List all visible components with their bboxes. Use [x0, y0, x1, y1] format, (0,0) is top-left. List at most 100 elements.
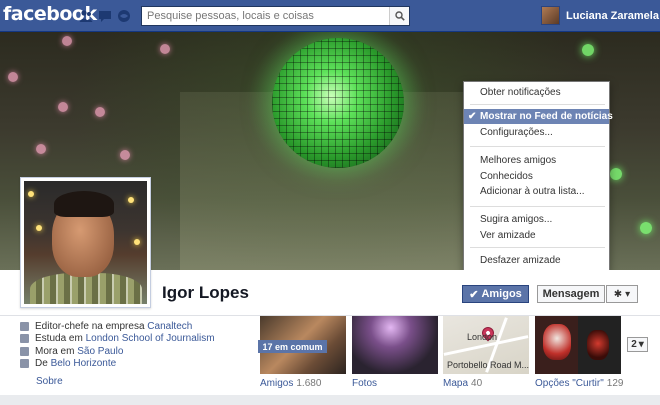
menu-separator	[470, 206, 605, 207]
menu-item-label: Melhores amigos	[480, 155, 557, 166]
home-icon	[20, 346, 29, 356]
map-place-1: London	[467, 332, 498, 342]
search-button[interactable]	[389, 7, 409, 25]
search-input[interactable]	[142, 7, 388, 25]
messages-icon[interactable]	[98, 9, 112, 23]
friends-count: 1.680	[296, 378, 322, 389]
avatar-shirt	[30, 273, 142, 304]
friend-requests-icon[interactable]	[79, 9, 93, 23]
menu-item-suggest-friends[interactable]: Sugira amigos...	[464, 212, 609, 227]
message-button[interactable]: Mensagem	[537, 285, 605, 303]
map-tile[interactable]: London Portobello Road M...	[443, 316, 529, 374]
menu-item-label: Conhecidos	[480, 171, 533, 182]
avatar-bg-light	[28, 191, 34, 197]
avatar-bg-light	[36, 225, 42, 231]
cover-light	[582, 44, 594, 56]
photos-tile-label[interactable]: Fotos	[352, 378, 377, 389]
menu-separator	[470, 146, 605, 147]
menu-item-acquaintances[interactable]: Conhecidos	[464, 169, 609, 184]
user-name[interactable]: Luciana Zaramela	[566, 10, 659, 22]
gear-dropdown-button[interactable]: ✱ ▾	[606, 285, 638, 303]
menu-item-settings[interactable]: Configurações...	[464, 125, 609, 140]
about-from-prefix: De	[35, 358, 48, 369]
likes-tile-label[interactable]: Opções "Curtir" 129	[535, 378, 623, 389]
about-lives-prefix: Mora em	[35, 345, 75, 357]
graduation-cap-icon	[20, 334, 29, 343]
map-tile-label[interactable]: Mapa 40	[443, 378, 482, 389]
about-work-prefix: Editor-chefe na empresa	[35, 320, 145, 332]
chevron-down-icon: ▾	[625, 288, 631, 300]
map-place-2: Portobello Road M...	[447, 360, 529, 370]
about-lives: Mora em São Paulo	[20, 345, 252, 357]
likes-count: 129	[606, 378, 624, 389]
cover-light	[610, 168, 622, 180]
profile-name[interactable]: Igor Lopes	[162, 283, 249, 303]
tiles-pager-button[interactable]: 2 ▾	[627, 337, 648, 352]
jewels	[79, 9, 131, 23]
cover-light	[58, 102, 68, 112]
avatar-hair	[54, 191, 114, 217]
menu-separator	[470, 247, 605, 248]
friendship-dropdown-menu: Obter notificações ✔ Mostrar no Feed de n…	[463, 81, 613, 273]
profile-picture-image	[24, 181, 147, 304]
menu-item-label: Adicionar à outra lista...	[480, 186, 585, 197]
cover-light	[120, 150, 130, 160]
menu-item-label: Mostrar no Feed de notícias	[480, 111, 613, 122]
menu-item-label: Ver amizade	[480, 230, 536, 241]
about-study-prefix: Estuda em	[35, 333, 83, 344]
user-menu[interactable]: Luciana Zaramela	[541, 6, 659, 25]
checkmark-icon: ✔	[468, 111, 477, 122]
likes-thumb-clown	[543, 324, 571, 360]
notifications-icon[interactable]	[117, 9, 131, 23]
top-bar: facebook Luciana Zaramela	[0, 0, 660, 32]
friends-label: Amigos	[260, 378, 294, 389]
avatar-bg-light	[128, 197, 134, 203]
friends-button[interactable]: ✔ Amigos	[462, 285, 529, 303]
avatar-bg-light	[134, 239, 140, 245]
about-lives-link[interactable]: São Paulo	[77, 346, 123, 357]
menu-item-get-notifications[interactable]: Obter notificações	[464, 85, 609, 100]
about-from: De Belo Horizonte	[20, 358, 252, 370]
pager-number: 2	[631, 339, 637, 350]
gear-icon: ✱	[613, 288, 623, 300]
likes-thumb-mask	[587, 330, 609, 360]
search-icon	[394, 11, 405, 21]
message-button-label: Mensagem	[542, 288, 600, 300]
map-label: Mapa	[443, 378, 469, 389]
menu-separator	[470, 104, 605, 105]
menu-item-close-friends[interactable]: Melhores amigos	[464, 153, 609, 168]
menu-item-label: Desfazer amizade	[480, 255, 561, 266]
disco-ball	[272, 38, 404, 168]
menu-item-see-friendship[interactable]: Ver amizade	[464, 228, 609, 243]
mutual-friends-badge: 17 em comum	[258, 340, 327, 353]
cover-light	[160, 44, 170, 54]
menu-item-label: Sugira amigos...	[480, 214, 553, 225]
menu-item-label: Obter notificações	[480, 87, 561, 98]
cover-light	[8, 72, 18, 82]
checkmark-icon: ✔	[469, 288, 479, 301]
menu-item-add-to-list[interactable]: Adicionar à outra lista...	[464, 184, 609, 199]
about-work-link[interactable]: Canaltech	[147, 321, 192, 332]
user-avatar[interactable]	[541, 6, 560, 25]
cover-light	[95, 107, 105, 117]
page-bottom	[0, 395, 660, 405]
about-link[interactable]: Sobre	[36, 376, 63, 387]
photos-label: Fotos	[352, 378, 378, 389]
about-from-link[interactable]: Belo Horizonte	[51, 358, 117, 369]
profile-picture[interactable]	[20, 177, 151, 308]
about-study-link[interactable]: London School of Journalism	[86, 333, 215, 344]
menu-item-show-in-feed[interactable]: ✔ Mostrar no Feed de notícias	[464, 109, 613, 124]
briefcase-icon	[20, 321, 29, 331]
map-count: 40	[471, 378, 483, 389]
chevron-down-icon: ▾	[638, 339, 644, 350]
photos-tile[interactable]	[352, 316, 438, 374]
friends-button-label: Amigos	[481, 288, 522, 300]
likes-label: Opções "Curtir"	[535, 378, 604, 389]
likes-tile[interactable]	[535, 316, 621, 374]
about-work: Editor-chefe na empresa Canaltech	[20, 320, 252, 332]
cover-light	[36, 144, 46, 154]
friends-tile-label[interactable]: Amigos 1.680	[260, 378, 321, 389]
menu-item-unfriend[interactable]: Desfazer amizade	[464, 253, 609, 268]
about-summary: Editor-chefe na empresa Canaltech Estuda…	[20, 320, 252, 370]
cover-light	[62, 36, 72, 46]
